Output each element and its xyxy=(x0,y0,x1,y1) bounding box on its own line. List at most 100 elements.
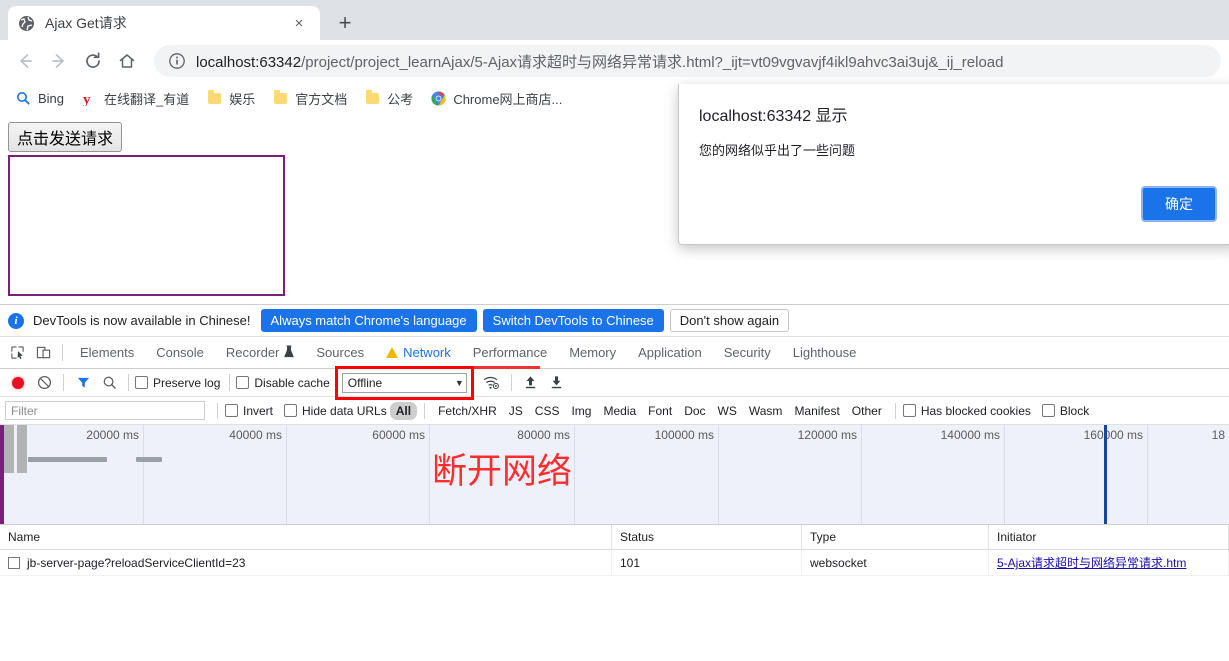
network-throttling-select[interactable]: Offline ▼ xyxy=(341,372,467,393)
filter-type-ws[interactable]: WS xyxy=(712,402,743,420)
divider xyxy=(62,344,63,361)
bookmark-folder-exam[interactable]: 公考 xyxy=(357,86,420,111)
overview-tick-label: 140000 ms xyxy=(940,428,1000,442)
overview-resize-handle-left[interactable] xyxy=(4,425,14,473)
home-icon[interactable] xyxy=(110,44,144,78)
browser-tab-strip: Ajax Get请求 × + xyxy=(0,0,1229,40)
chevron-down-icon: ▼ xyxy=(454,377,464,388)
filter-input[interactable]: Filter xyxy=(5,401,205,420)
filter-type-doc[interactable]: Doc xyxy=(678,402,711,420)
close-icon[interactable]: × xyxy=(288,12,310,34)
record-button-icon[interactable] xyxy=(5,370,31,396)
reload-icon[interactable] xyxy=(76,44,110,78)
tab-label: Application xyxy=(638,345,702,360)
tab-lighthouse[interactable]: Lighthouse xyxy=(782,337,868,368)
cell-name[interactable]: jb-server-page?reloadServiceClientId=23 xyxy=(0,550,612,575)
download-arrow-icon[interactable] xyxy=(544,370,570,396)
filter-type-media[interactable]: Media xyxy=(597,402,642,420)
checkbox-label: Preserve log xyxy=(153,375,221,390)
filter-type-js[interactable]: JS xyxy=(503,402,529,420)
warning-triangle-icon xyxy=(386,347,399,358)
dialog-ok-button[interactable]: 确定 xyxy=(1141,186,1217,222)
has-blocked-cookies-checkbox[interactable]: Has blocked cookies xyxy=(902,404,1031,418)
overview-resize-handle-right[interactable] xyxy=(17,425,27,473)
divider xyxy=(894,402,896,419)
folder-icon xyxy=(206,89,222,106)
inspect-element-icon[interactable] xyxy=(4,340,30,366)
browser-toolbar: localhost:63342/project/project_learnAja… xyxy=(0,40,1229,82)
network-overview-timeline[interactable]: 20000 ms 40000 ms 60000 ms 80000 ms 1000… xyxy=(0,425,1229,525)
initiator-link[interactable]: 5-Ajax请求超时与网络异常请求.htm xyxy=(997,554,1186,571)
devtools-tab-bar: Elements Console Recorder Sources Networ… xyxy=(0,337,1229,369)
dialog-message: 您的网络似乎出了一些问题 xyxy=(699,143,856,158)
send-request-button[interactable]: 点击发送请求 xyxy=(8,122,123,152)
row-checkbox[interactable] xyxy=(8,556,20,569)
wifi-settings-icon[interactable] xyxy=(479,370,505,396)
overview-tick-label: 20000 ms xyxy=(86,428,139,442)
table-row[interactable]: jb-server-page?reloadServiceClientId=23 … xyxy=(0,550,1229,576)
network-request-table: Name Status Type Initiator jb-server-pag… xyxy=(0,525,1229,576)
always-match-language-button[interactable]: Always match Chrome's language xyxy=(260,309,477,332)
disable-cache-checkbox[interactable]: Disable cache xyxy=(236,375,330,390)
filter-funnel-icon[interactable] xyxy=(70,370,96,396)
device-toolbar-icon[interactable] xyxy=(30,340,56,366)
new-tab-button[interactable]: + xyxy=(330,8,360,38)
bookmark-youdao[interactable]: y 在线翻译_有道 xyxy=(74,86,196,111)
filter-type-fetch-xhr[interactable]: Fetch/XHR xyxy=(432,402,503,420)
cell-initiator[interactable]: 5-Ajax请求超时与网络异常请求.htm xyxy=(989,550,1229,575)
column-header-name[interactable]: Name xyxy=(0,525,612,549)
search-icon[interactable] xyxy=(96,370,122,396)
filter-type-manifest[interactable]: Manifest xyxy=(788,402,845,420)
url-path: /project/project_learnAjax/5-Ajax请求超时与网络… xyxy=(301,53,1004,71)
preserve-log-checkbox[interactable]: Preserve log xyxy=(135,376,220,390)
filter-type-all[interactable]: All xyxy=(389,401,418,420)
hide-data-urls-checkbox[interactable]: Hide data URLs xyxy=(284,404,387,418)
bookmark-label: 娱乐 xyxy=(229,91,256,107)
bookmark-bing[interactable]: Bing xyxy=(8,87,71,109)
request-name: jb-server-page?reloadServiceClientId=23 xyxy=(27,555,246,570)
bookmark-folder-entertainment[interactable]: 娱乐 xyxy=(199,86,262,111)
bookmark-chrome-webstore[interactable]: Chrome网上商店... xyxy=(423,86,569,111)
address-bar[interactable]: localhost:63342/project/project_learnAja… xyxy=(154,45,1221,77)
filter-type-font[interactable]: Font xyxy=(642,402,678,420)
filter-type-img[interactable]: Img xyxy=(565,402,597,420)
tab-application[interactable]: Application xyxy=(627,337,713,368)
dont-show-again-button[interactable]: Don't show again xyxy=(669,309,790,332)
divider xyxy=(424,402,426,419)
column-header-initiator[interactable]: Initiator xyxy=(989,525,1229,549)
column-header-status[interactable]: Status xyxy=(612,525,802,549)
clear-icon[interactable] xyxy=(31,370,57,396)
url-host: localhost:63342 xyxy=(196,53,302,71)
checkbox-label: Block xyxy=(1059,403,1090,418)
overview-tick-label: 100000 ms xyxy=(654,428,714,442)
javascript-alert-dialog: localhost:63342 显示 您的网络似乎出了一些问题 确定 xyxy=(678,84,1229,245)
tab-memory[interactable]: Memory xyxy=(558,337,627,368)
bing-search-icon xyxy=(15,90,31,106)
column-header-type[interactable]: Type xyxy=(802,525,989,549)
bookmark-label: 公考 xyxy=(387,91,414,107)
divider xyxy=(128,374,129,391)
checkbox-label: Disable cache xyxy=(254,375,330,390)
tab-label: Console xyxy=(156,345,204,360)
info-circle-icon[interactable] xyxy=(168,52,186,70)
tab-performance[interactable]: Performance xyxy=(462,337,558,368)
folder-icon xyxy=(364,89,380,106)
upload-arrow-icon[interactable] xyxy=(518,370,544,396)
tab-console[interactable]: Console xyxy=(145,337,215,368)
tab-network[interactable]: Network xyxy=(375,337,462,369)
back-arrow-icon[interactable] xyxy=(8,44,42,78)
bookmark-folder-docs[interactable]: 官方文档 xyxy=(265,86,354,111)
browser-tab[interactable]: Ajax Get请求 × xyxy=(8,6,320,40)
tab-recorder[interactable]: Recorder xyxy=(215,337,305,368)
tab-elements[interactable]: Elements xyxy=(69,337,145,368)
switch-devtools-to-chinese-button[interactable]: Switch DevTools to Chinese xyxy=(482,309,664,332)
filter-type-css[interactable]: CSS xyxy=(529,402,566,420)
tab-sources[interactable]: Sources xyxy=(305,337,375,368)
invert-checkbox[interactable]: Invert xyxy=(225,404,273,418)
forward-arrow-icon[interactable] xyxy=(42,44,76,78)
overview-tick-label: 160000 ms xyxy=(1083,428,1143,442)
filter-type-other[interactable]: Other xyxy=(846,402,888,420)
blocked-requests-checkbox[interactable]: Block xyxy=(1041,403,1090,418)
tab-security[interactable]: Security xyxy=(713,337,782,368)
filter-type-wasm[interactable]: Wasm xyxy=(743,402,789,420)
